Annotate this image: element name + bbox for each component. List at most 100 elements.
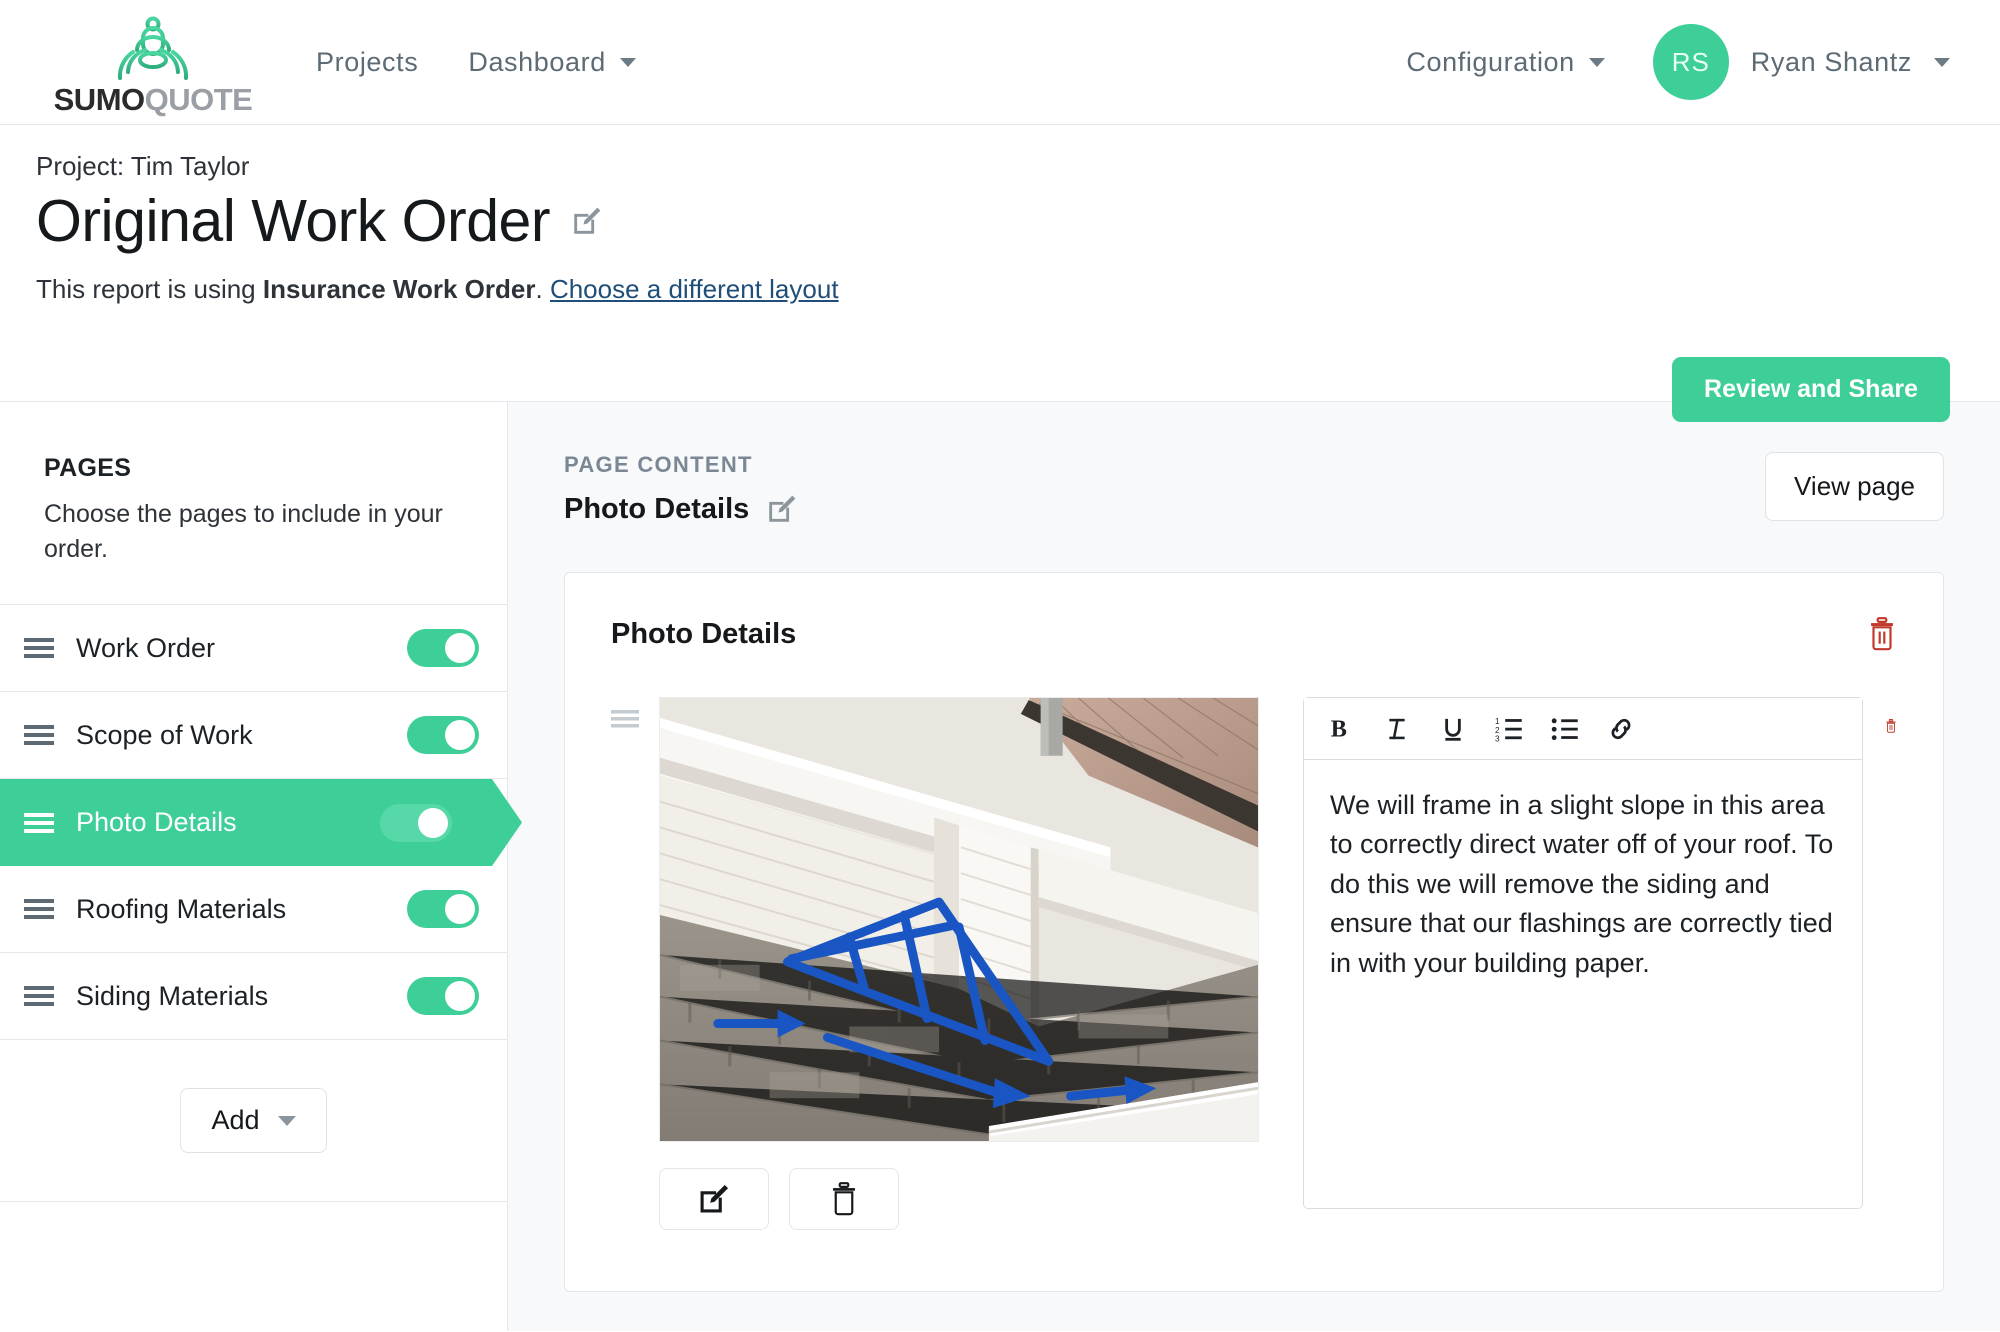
note-text[interactable]: We will frame in a slight slope in this … <box>1304 760 1862 1003</box>
page-toggle-siding-materials[interactable] <box>407 977 479 1015</box>
photo-column <box>611 697 1259 1230</box>
page-toggle-work-order[interactable] <box>407 629 479 667</box>
page-content-header: PAGE CONTENT Photo Details View page <box>564 452 1944 526</box>
drag-handle-icon[interactable] <box>611 709 639 729</box>
sidebar-item-work-order[interactable]: Work Order <box>0 605 507 692</box>
page-content-titles: PAGE CONTENT Photo Details <box>564 452 799 526</box>
photo-and-note-row: B 1 2 3 We will frame in a slight slope … <box>611 697 1897 1230</box>
bold-icon[interactable]: B <box>1318 706 1364 752</box>
note-editor-column: B 1 2 3 We will frame in a slight slope … <box>1303 697 1897 1230</box>
edit-square-icon <box>700 1184 729 1213</box>
photo-block <box>659 697 1259 1230</box>
sidebar-divider <box>0 1201 507 1202</box>
top-navigation-bar: SUMOQUOTE Projects Dashboard Configurati… <box>0 0 2000 125</box>
drag-handle-icon[interactable] <box>24 637 54 659</box>
add-page-button[interactable]: Add <box>180 1088 327 1153</box>
toggle-knob <box>445 894 475 924</box>
nav-item-dashboard[interactable]: Dashboard <box>468 47 636 78</box>
drag-handle-icon[interactable] <box>24 898 54 920</box>
edit-photo-button[interactable] <box>659 1168 769 1230</box>
nav-item-projects[interactable]: Projects <box>316 47 418 78</box>
nav-item-configuration[interactable]: Configuration <box>1406 46 1605 78</box>
nav-item-projects-label: Projects <box>316 46 419 77</box>
logo[interactable]: SUMOQUOTE <box>38 10 268 115</box>
svg-text:B: B <box>1331 715 1347 742</box>
view-page-button[interactable]: View page <box>1765 452 1944 521</box>
choose-layout-link[interactable]: Choose a different layout <box>550 274 839 304</box>
sidebar-item-photo-details[interactable]: Photo Details <box>0 779 522 866</box>
nav-item-configuration-label: Configuration <box>1406 46 1575 77</box>
italic-icon[interactable] <box>1374 706 1420 752</box>
trash-icon[interactable] <box>1867 617 1897 651</box>
sidebar-item-label: Siding Materials <box>76 980 269 1011</box>
editor-toolbar: B 1 2 3 <box>1304 698 1862 760</box>
toggle-knob <box>445 633 475 663</box>
page-toggle-scope-of-work[interactable] <box>407 716 479 754</box>
pages-description: Choose the pages to include in your orde… <box>44 500 443 563</box>
link-icon[interactable] <box>1598 706 1644 752</box>
delete-photo-button[interactable] <box>789 1168 899 1230</box>
edit-square-icon[interactable] <box>765 492 799 526</box>
add-page-row: Add <box>0 1040 507 1153</box>
chevron-down-icon <box>619 57 636 67</box>
sidebar-item-label: Photo Details <box>76 807 237 837</box>
drag-handle-icon[interactable] <box>24 724 54 746</box>
page-title: Original Work Order <box>36 188 550 254</box>
unordered-list-icon[interactable] <box>1542 706 1588 752</box>
layout-note-prefix: This report is using <box>36 274 263 305</box>
drag-handle-icon[interactable] <box>24 812 54 834</box>
sidebar-item-label: Roofing Materials <box>76 893 287 924</box>
pages-sidebar-header: PAGES Choose the pages to include in you… <box>0 402 507 604</box>
layout-note-suffix: . <box>535 274 550 305</box>
page-content-area: PAGE CONTENT Photo Details View page Pho… <box>508 402 2000 1331</box>
ordered-list-icon[interactable]: 1 2 3 <box>1486 706 1532 752</box>
toggle-knob <box>445 720 475 750</box>
sidebar-item-label: Work Order <box>76 632 216 663</box>
logo-word-quote: QUOTE <box>144 81 253 117</box>
toggle-knob <box>418 808 448 838</box>
italic-glyph <box>1389 718 1405 739</box>
card-header: Photo Details <box>611 617 1897 651</box>
sidebar-item-roofing-materials[interactable]: Roofing Materials <box>0 866 507 953</box>
user-name-label: Ryan Shantz <box>1750 46 1912 77</box>
page-content-title-row: Photo Details <box>564 492 799 526</box>
edit-square-icon[interactable] <box>570 204 604 238</box>
primary-nav: Projects Dashboard <box>316 47 636 78</box>
page-header: Project: Tim Taylor Original Work Order … <box>0 125 2000 422</box>
numbered-list-glyph: 1 2 3 <box>1495 716 1522 743</box>
chevron-down-icon <box>1934 57 1950 67</box>
chevron-down-icon <box>277 1115 296 1126</box>
sidebar-item-label: Scope of Work <box>76 719 253 750</box>
page-content-title: Photo Details <box>564 492 750 525</box>
chain-link-glyph <box>1611 718 1631 739</box>
photo-action-buttons <box>659 1168 1259 1230</box>
svg-text:2: 2 <box>1495 725 1500 734</box>
underline-icon[interactable] <box>1430 706 1476 752</box>
bulleted-list-glyph <box>1551 717 1578 740</box>
rich-text-editor: B 1 2 3 We will frame in a slight slope … <box>1303 697 1863 1209</box>
bold-glyph: B <box>1331 715 1347 742</box>
pages-sidebar: PAGES Choose the pages to include in you… <box>0 402 508 1331</box>
page-toggle-photo-details[interactable] <box>380 804 452 842</box>
add-page-label: Add <box>211 1105 260 1135</box>
svg-text:1: 1 <box>1495 716 1500 725</box>
page-content-kicker: PAGE CONTENT <box>564 452 753 477</box>
page-title-row: Original Work Order <box>36 188 1950 254</box>
sumo-wrestler-logo-icon <box>117 11 189 80</box>
pages-heading: PAGES <box>44 454 132 482</box>
pages-list: Work Order Scope of Work Photo Details R… <box>0 604 507 1040</box>
nav-item-dashboard-label: Dashboard <box>468 46 606 77</box>
page-toggle-roofing-materials[interactable] <box>407 890 479 928</box>
drag-handle-icon[interactable] <box>24 985 54 1007</box>
photo-details-card: Photo Details B 1 2 3 We will frame in a… <box>564 572 1944 1292</box>
layout-note: This report is using Insurance Work Orde… <box>36 274 1950 305</box>
sidebar-item-scope-of-work[interactable]: Scope of Work <box>0 692 507 779</box>
user-menu[interactable]: RS Ryan Shantz <box>1652 24 1950 100</box>
toggle-knob <box>445 981 475 1011</box>
roof-photo-with-blue-markup[interactable] <box>659 697 1259 1142</box>
sidebar-item-siding-materials[interactable]: Siding Materials <box>0 953 507 1040</box>
avatar: RS <box>1652 24 1729 100</box>
breadcrumb: Project: Tim Taylor <box>36 151 250 181</box>
layout-name: Insurance Work Order <box>262 274 536 305</box>
trash-icon[interactable] <box>1885 709 1897 743</box>
